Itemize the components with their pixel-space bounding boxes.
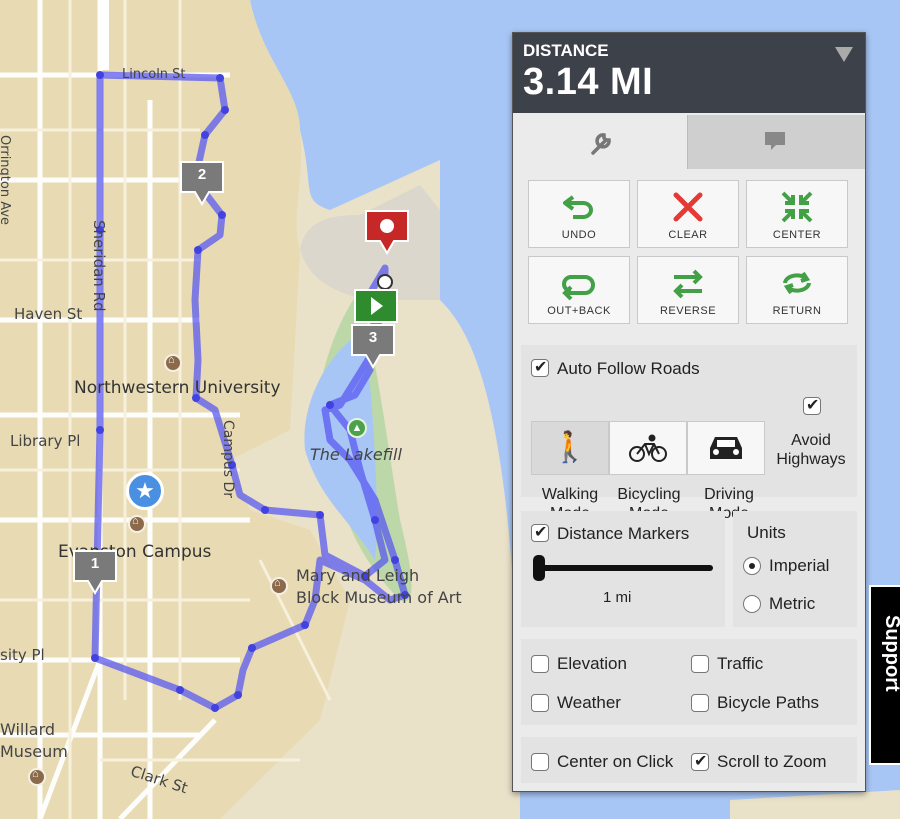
distance-value: 3.14 MI bbox=[523, 61, 654, 103]
mile-marker-label: 1 bbox=[90, 555, 100, 572]
wrench-icon bbox=[591, 133, 611, 155]
campus-star-icon: ★ bbox=[126, 472, 164, 510]
mile-marker-3[interactable]: 3 bbox=[350, 323, 396, 369]
metric-radio[interactable] bbox=[743, 595, 761, 613]
tab-tools[interactable] bbox=[515, 115, 687, 169]
elevation-label: Elevation bbox=[557, 654, 627, 673]
out-back-button[interactable]: OUT+BACK bbox=[528, 256, 630, 324]
traffic-label: Traffic bbox=[717, 654, 764, 673]
out-back-icon bbox=[562, 275, 595, 301]
place-label-northwestern: Northwestern University bbox=[74, 378, 281, 398]
center-button[interactable]: CENTER bbox=[746, 180, 848, 248]
museum-poi-icon bbox=[128, 515, 146, 533]
imperial-label: Imperial bbox=[769, 556, 830, 575]
driving-mode-button[interactable] bbox=[687, 421, 765, 475]
place-label-willard-1: Willard bbox=[0, 720, 56, 739]
elevation-checkbox[interactable] bbox=[531, 655, 549, 673]
reverse-button[interactable]: REVERSE bbox=[637, 256, 739, 324]
park-tree-icon: ▲ bbox=[347, 418, 367, 438]
metric-label: Metric bbox=[769, 594, 816, 613]
scroll-to-zoom-label: Scroll to Zoom bbox=[717, 752, 827, 771]
distance-marker-slider-track[interactable] bbox=[537, 565, 713, 571]
tab-feedback[interactable] bbox=[687, 115, 865, 169]
bicycle-icon bbox=[629, 434, 667, 462]
car-icon bbox=[710, 437, 742, 459]
undo-icon bbox=[563, 195, 593, 219]
units-title: Units bbox=[747, 523, 786, 542]
start-marker-icon[interactable] bbox=[354, 289, 398, 323]
traffic-checkbox[interactable] bbox=[691, 655, 709, 673]
scroll-to-zoom-checkbox[interactable] bbox=[691, 751, 709, 771]
return-label: RETURN bbox=[772, 305, 822, 317]
clear-x-icon bbox=[673, 192, 703, 222]
distance-label: DISTANCE bbox=[523, 41, 609, 60]
distance-header: DISTANCE 3.14 MI bbox=[513, 33, 865, 113]
reverse-arrows-icon bbox=[673, 269, 703, 299]
center-on-click-checkbox[interactable] bbox=[531, 753, 549, 771]
center-on-click-label: Center on Click bbox=[557, 752, 674, 771]
street-label-haven: Haven St bbox=[14, 305, 83, 323]
auto-follow-checkbox[interactable] bbox=[531, 357, 549, 377]
imperial-radio[interactable] bbox=[743, 557, 761, 575]
support-label: Support bbox=[881, 615, 900, 692]
street-label-orrington: Orrington Ave bbox=[0, 135, 12, 226]
distance-markers-label: Distance Markers bbox=[557, 524, 690, 543]
museum-poi-icon bbox=[270, 577, 288, 595]
street-label-library: Library Pl bbox=[10, 432, 81, 450]
mile-marker-2[interactable]: 2 bbox=[179, 160, 225, 206]
weather-checkbox[interactable] bbox=[531, 694, 549, 712]
return-loop-icon bbox=[783, 271, 811, 295]
undo-button[interactable]: UNDO bbox=[528, 180, 630, 248]
distance-marker-slider-handle[interactable] bbox=[533, 555, 545, 581]
walking-mode-button[interactable]: 🚶 bbox=[531, 421, 609, 475]
collapse-triangle-icon[interactable] bbox=[835, 47, 853, 62]
bicycle-paths-checkbox[interactable] bbox=[691, 694, 709, 712]
bicycling-mode-button[interactable] bbox=[609, 421, 687, 475]
street-label-university: sity Pl bbox=[0, 646, 45, 664]
undo-label: UNDO bbox=[561, 229, 597, 241]
center-label: CENTER bbox=[772, 229, 822, 241]
museum-poi-icon bbox=[164, 354, 182, 372]
mile-marker-1[interactable]: 1 bbox=[72, 549, 118, 595]
reverse-label: REVERSE bbox=[659, 305, 717, 317]
walking-person-icon: 🚶 bbox=[551, 431, 589, 464]
place-label-lakefill: The Lakefill bbox=[310, 445, 402, 464]
distance-markers-checkbox[interactable] bbox=[531, 522, 549, 542]
return-button[interactable]: RETURN bbox=[746, 256, 848, 324]
center-arrows-icon bbox=[781, 191, 813, 223]
support-tab[interactable]: Support bbox=[869, 585, 900, 765]
street-label-sheridan: Sheridan Rd bbox=[90, 220, 108, 312]
street-label-campus: Campus Dr bbox=[220, 420, 236, 499]
auto-follow-label: Auto Follow Roads bbox=[557, 359, 700, 378]
distance-marker-value: 1 mi bbox=[603, 589, 632, 606]
comment-icon bbox=[765, 132, 785, 150]
museum-poi-icon bbox=[28, 768, 46, 786]
street-label-lincoln: Lincoln St bbox=[122, 67, 186, 82]
clear-button[interactable]: CLEAR bbox=[637, 180, 739, 248]
mile-marker-label: 2 bbox=[197, 166, 207, 183]
weather-label: Weather bbox=[557, 693, 621, 712]
clear-label: CLEAR bbox=[668, 229, 708, 241]
avoid-highways-checkbox[interactable] bbox=[803, 395, 821, 415]
place-label-willard-2: Museum bbox=[0, 742, 68, 761]
mile-marker-label: 3 bbox=[368, 329, 378, 346]
avoid-highways-label: Avoid Highways bbox=[776, 432, 846, 468]
end-marker-icon[interactable] bbox=[364, 209, 410, 255]
route-tools-panel: DISTANCE 3.14 MI UNDO CLEAR CENTER OUT+B… bbox=[512, 32, 866, 792]
place-label-block-2: Block Museum of Art bbox=[296, 588, 462, 607]
bicycle-paths-label: Bicycle Paths bbox=[717, 693, 820, 712]
place-label-block-1: Mary and Leigh bbox=[296, 566, 420, 585]
out-back-label: OUT+BACK bbox=[547, 305, 611, 317]
